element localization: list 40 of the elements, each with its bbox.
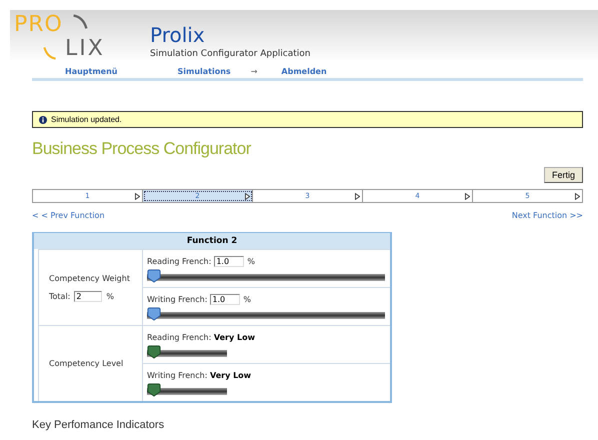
section-label: Competency Level — [49, 359, 124, 368]
logo-text: PRO — [14, 12, 63, 37]
notice-text: Simulation updated. — [51, 115, 122, 124]
slider-label: Reading French: Very Low — [147, 332, 255, 342]
arc-icon — [72, 14, 88, 30]
unit-label: % — [106, 292, 114, 300]
nav-link[interactable]: Abmelden — [281, 66, 327, 76]
slider-thumb[interactable] — [147, 269, 161, 283]
prev-function-link[interactable]: < < Prev Function — [32, 211, 105, 220]
done-button[interactable]: Fertig — [544, 167, 583, 183]
slider-thumb[interactable] — [147, 345, 161, 359]
nav-link[interactable]: Hauptmenü — [65, 66, 118, 76]
triangle-icon — [575, 192, 580, 200]
slider-label: Reading French: — [147, 256, 212, 266]
page-title: Business Process Configurator — [32, 139, 252, 159]
app-title: Prolix — [150, 24, 206, 46]
app-subtitle: Simulation Configurator Application — [150, 49, 310, 59]
next-function-link[interactable]: Next Function >> — [512, 211, 583, 220]
triangle-icon — [465, 192, 470, 200]
triangle-icon — [135, 192, 140, 200]
arc-icon — [43, 46, 57, 60]
section-label: Competency Weight — [49, 274, 131, 282]
total-label: Total: — [49, 292, 70, 300]
slider-label: Writing French: — [147, 294, 208, 304]
triangle-icon — [245, 192, 250, 200]
triangle-icon — [355, 192, 360, 200]
slider-thumb[interactable] — [147, 383, 161, 397]
unit-label: % — [243, 294, 252, 304]
slider-thumb[interactable] — [147, 307, 161, 321]
section-heading: Key Perfomance Indicators — [32, 419, 166, 431]
logo-text: LIX — [65, 36, 105, 61]
slider-label: Writing French: Very Low — [147, 370, 252, 380]
info-icon — [39, 116, 47, 124]
unit-label: % — [247, 256, 255, 266]
weight-field[interactable]: 1.0 — [210, 294, 240, 304]
panel-header: Function 2 — [34, 233, 390, 249]
nav-link[interactable]: Simulations — [178, 66, 231, 76]
weight-field[interactable]: 1.0 — [214, 256, 244, 266]
nav-arrow: → — [250, 66, 258, 76]
total-field[interactable]: 2 — [74, 290, 102, 302]
